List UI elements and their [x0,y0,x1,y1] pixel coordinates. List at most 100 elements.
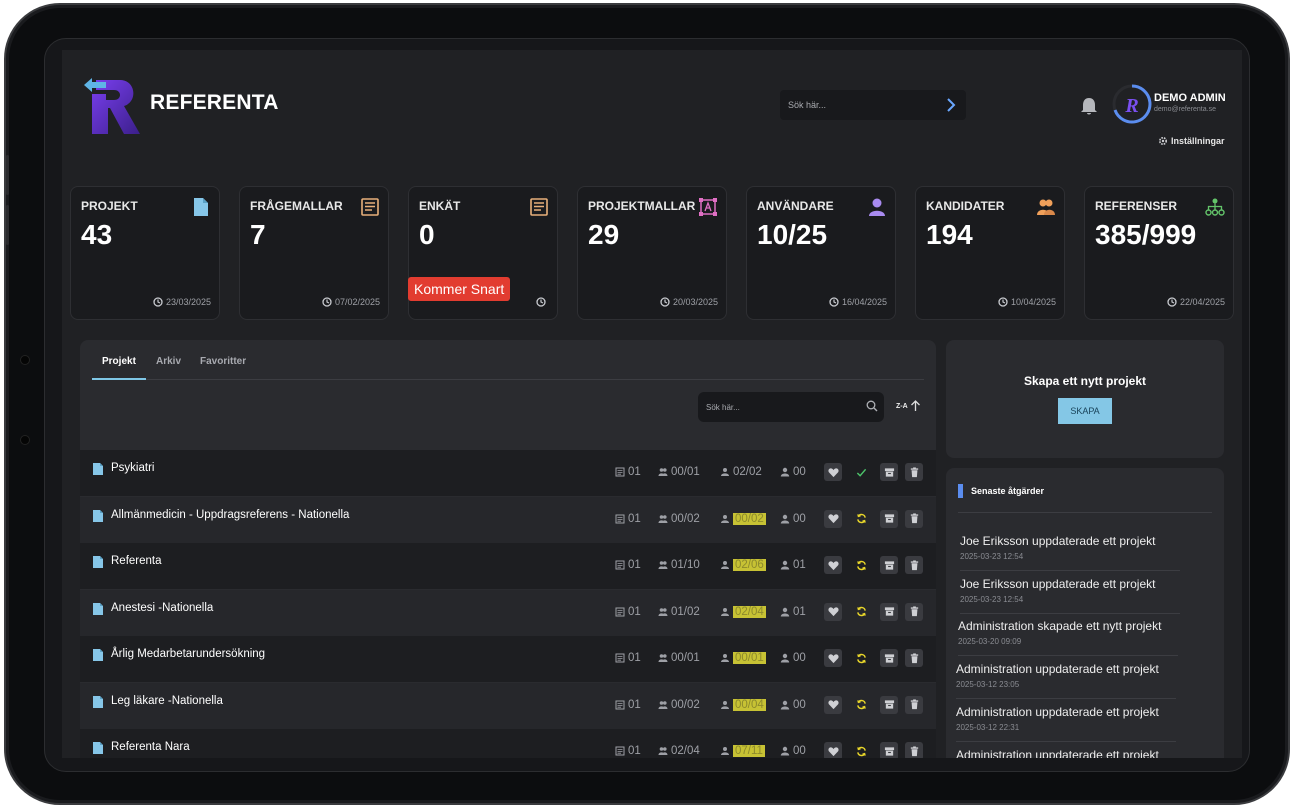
avatar[interactable]: R [1112,84,1152,124]
clock-icon [660,297,670,307]
candidates-count: 00/02 [658,513,700,525]
archive-icon[interactable] [880,742,898,758]
tab-arkiv[interactable]: Arkiv [156,356,181,367]
reference-icon [721,561,729,569]
trash-icon[interactable] [905,649,923,667]
template-icon [699,198,717,216]
bell-icon[interactable] [1080,96,1098,116]
archive-icon[interactable] [880,509,898,528]
chevron-right-icon[interactable] [942,96,960,114]
create-project-button[interactable]: SKAPA [1058,398,1112,424]
arrow-up-icon [910,400,920,411]
forms-count: 01 [615,513,641,525]
project-row[interactable]: Årlig Medarbetarundersökning 01 00/01 00/01… [80,636,936,682]
archive-icon[interactable] [880,463,898,481]
tab-favoritter[interactable]: Favoritter [200,356,246,367]
referenta-logo-icon[interactable] [82,72,144,136]
trash-icon[interactable] [905,509,923,528]
stat-card-anvandare[interactable]: ANVÄNDARE 10/25 16/04/2025 [746,186,896,320]
favorite-heart-icon[interactable] [824,602,842,621]
project-name[interactable]: Psykiatri [111,462,154,474]
stat-date: 16/04/2025 [829,297,887,307]
trash-icon[interactable] [905,556,923,574]
recent-action-item[interactable]: Administration skapade ett nytt projekt 2… [958,613,1178,657]
project-name[interactable]: Referenta [111,555,162,567]
favorite-heart-icon[interactable] [824,463,842,481]
sync-icon[interactable] [852,556,870,574]
archive-icon[interactable] [880,649,898,667]
candidates-icon [658,561,668,569]
trash-icon[interactable] [905,695,923,714]
recent-action-item[interactable]: Joe Eriksson uppdaterade ett projekt 2025… [960,571,1180,614]
trash-icon[interactable] [905,742,923,758]
sync-icon[interactable] [852,649,870,667]
reference-icon [721,654,729,662]
project-name[interactable]: Anestesi -Nationella [111,602,213,614]
check-icon[interactable] [852,463,870,481]
trash-icon[interactable] [905,602,923,621]
form-icon [615,514,625,523]
stat-value: 194 [926,219,973,250]
sync-icon[interactable] [852,603,870,621]
favorite-heart-icon[interactable] [824,695,842,714]
archive-icon[interactable] [880,556,898,574]
sort-toggle[interactable]: Z-A [896,400,921,412]
trash-icon[interactable] [905,463,923,481]
candidates-icon [658,468,668,476]
forms-count: 01 [615,559,641,571]
header-search-input[interactable] [788,97,938,113]
stat-card-projektmallar[interactable]: PROJEKTMALLAR 29 20/03/2025 [577,186,727,320]
project-row[interactable]: Referenta Nara 01 02/04 07/11 00 [80,729,936,758]
sync-icon[interactable] [852,696,870,714]
project-name[interactable]: Årlig Medarbetarundersökning [111,648,265,660]
project-search-input[interactable] [706,399,856,415]
gear-icon [1158,136,1168,146]
forms-count: 01 [615,606,641,618]
project-row[interactable]: Psykiatri 01 00/01 02/02 00 [80,450,936,496]
favorite-heart-icon[interactable] [824,509,842,528]
document-icon [92,741,104,755]
favorite-heart-icon[interactable] [824,649,842,667]
project-row[interactable]: Leg läkare -Nationella 01 00/02 00/04 00 [80,682,936,729]
settings-link[interactable]: Inställningar [1158,136,1225,146]
recent-action-item[interactable]: Joe Eriksson uppdaterade ett projekt 2025… [960,528,1180,571]
references-count: 07/11 [720,745,765,757]
recent-action-item[interactable]: Administration uppdaterade ett projekt 20… [956,656,1176,700]
candidates-icon [658,700,668,709]
recent-action-item[interactable]: Administration uppdaterade ett projekt 20… [956,699,1176,742]
coming-soon-badge: Kommer Snart [408,277,511,301]
favorite-heart-icon[interactable] [824,742,842,758]
form-icon [615,653,625,663]
stat-card-enkat[interactable]: ENKÄT 0 Kommer Snart [408,186,558,320]
recent-action-time: 2025-03-12 22:31 [956,722,1020,732]
project-name[interactable]: Referenta Nara [111,741,190,753]
project-row[interactable]: Referenta 01 01/10 02/06 01 [80,543,936,589]
project-name[interactable]: Leg läkare -Nationella [111,695,223,707]
tab-projekt[interactable]: Projekt [102,356,136,367]
user-email: demo@referenta.se [1154,106,1216,113]
archive-icon[interactable] [880,695,898,714]
recent-action-item[interactable]: Administration uppdaterade ett projekt [956,742,1176,759]
svg-text:R: R [1124,95,1138,117]
network-icon [1205,198,1225,216]
stat-value: 0 [419,219,435,250]
stat-card-kandidater[interactable]: KANDIDATER 194 10/04/2025 [915,186,1065,320]
favorite-heart-icon[interactable] [824,556,842,574]
stat-card-fragemallar[interactable]: FRÅGEMALLAR 7 07/02/2025 [239,186,389,320]
reference-icon [721,514,729,523]
project-row[interactable]: Allmänmedicin - Uppdragsreferens - Natio… [80,496,936,543]
create-project-panel: Skapa ett nytt projekt SKAPA [946,340,1224,458]
stat-card-referenser[interactable]: REFERENSER 385/999 22/04/2025 [1084,186,1234,320]
sync-icon[interactable] [852,742,870,758]
project-row[interactable]: Anestesi -Nationella 01 01/02 02/04 01 [80,589,936,636]
stat-date: 20/03/2025 [660,297,718,307]
reference-icon [721,607,729,616]
stat-card-projekt[interactable]: PROJEKT 43 23/03/2025 [70,186,220,320]
archive-icon[interactable] [880,602,898,621]
sync-icon[interactable] [852,510,870,528]
project-name[interactable]: Allmänmedicin - Uppdragsreferens - Natio… [111,509,349,521]
candidates-icon [658,654,668,662]
search-icon[interactable] [866,400,878,412]
form-icon [615,467,625,477]
project-tabs: Projekt Arkiv Favoritter [92,350,924,380]
